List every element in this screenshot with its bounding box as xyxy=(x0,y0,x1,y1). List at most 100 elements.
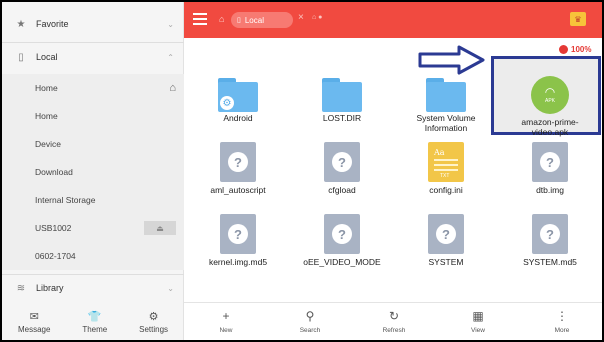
sidebar-bottom-bar: ✉ Message 👕 Theme ⚙ Settings xyxy=(2,304,184,340)
sidebar-favorite-label: Favorite xyxy=(36,19,69,29)
sidebar-item-label: 0602-1704 xyxy=(35,251,76,261)
file-name: dtb.img xyxy=(536,185,564,195)
sidebar-favorite[interactable]: ★ Favorite ⌄ xyxy=(2,14,184,34)
more-vertical-icon: ⋮ xyxy=(556,309,568,323)
settings-button[interactable]: ⚙ Settings xyxy=(139,310,168,334)
file-item-amazon-prime-video-apk[interactable]: ◠ APK amazon-prime-video.apk xyxy=(498,64,602,142)
sidebar-item-usb1002[interactable]: USB1002 ⏏ xyxy=(2,214,184,242)
folder-icon xyxy=(322,78,362,112)
file-ext-badge: TXT xyxy=(440,173,450,179)
unknown-file-icon: ? xyxy=(428,214,464,254)
file-name: SYSTEM xyxy=(428,257,464,267)
file-item-dtb-img[interactable]: ? dtb.img xyxy=(498,134,602,212)
chevron-down-icon: ⌄ xyxy=(167,283,174,293)
phone-icon: ▯ xyxy=(18,51,24,63)
divider xyxy=(2,274,184,275)
sidebar-item-0602-1704[interactable]: 0602-1704 xyxy=(2,242,184,270)
apk-icon: ◠ APK xyxy=(531,76,569,114)
unknown-file-icon: ? xyxy=(220,142,256,182)
eject-icon[interactable]: ⏏ xyxy=(144,221,176,235)
refresh-icon: ↻ xyxy=(388,309,400,323)
view-grid-icon: ▦ xyxy=(472,309,484,323)
file-item-kernel-img-md5[interactable]: ? kernel.img.md5 xyxy=(186,206,290,284)
sidebar-item-internal-storage[interactable]: Internal Storage xyxy=(2,186,184,214)
file-item-oee-video-mode[interactable]: ? oEE_VIDEO_MODE xyxy=(290,206,394,284)
file-item-cfgload[interactable]: ? cfgload xyxy=(290,134,394,212)
message-button[interactable]: ✉ Message xyxy=(18,310,50,334)
sidebar-local[interactable]: ▯ Local ⌃ xyxy=(2,47,184,67)
sidebar-item-label: USB1002 xyxy=(35,223,72,233)
chevron-down-icon: ⌄ xyxy=(167,19,174,29)
sidebar-item-label: Home xyxy=(35,111,58,121)
search-label: Search xyxy=(299,327,321,334)
more-button[interactable]: ⋮ More xyxy=(532,309,592,334)
sidebar-item-home-2[interactable]: Home xyxy=(2,102,184,130)
gift-icon[interactable]: ♛ xyxy=(570,12,586,26)
sidebar-item-label: Download xyxy=(35,167,73,177)
app-window: ★ Favorite ⌄ ▯ Local ⌃ Home ⌂ Home Devic… xyxy=(0,0,604,342)
sidebar-item-home[interactable]: Home ⌂ xyxy=(2,74,184,102)
refresh-label: Refresh xyxy=(382,327,406,334)
divider xyxy=(2,42,184,43)
more-label: More xyxy=(554,327,570,334)
file-name: oEE_VIDEO_MODE xyxy=(303,257,381,267)
folder-icon: ⚙ xyxy=(218,78,258,112)
unknown-file-icon: ? xyxy=(324,142,360,182)
sidebar-library-label: Library xyxy=(36,283,64,293)
unknown-file-icon: ? xyxy=(532,142,568,182)
tab-local[interactable]: ▯ Local xyxy=(231,12,293,28)
file-item-system-volume-information[interactable]: System Volume Information xyxy=(394,64,498,142)
theme-button[interactable]: 👕 Theme xyxy=(82,310,107,334)
theme-icon: 👕 xyxy=(87,311,102,323)
home-icon[interactable]: ⌂ xyxy=(219,14,224,24)
local-submenu: Home ⌂ Home Device Download Internal Sto… xyxy=(2,74,184,270)
storage-percent: 100% xyxy=(571,45,592,54)
new-label: New xyxy=(219,327,233,334)
file-item-android[interactable]: ⚙ Android xyxy=(186,64,290,142)
unknown-file-icon: ? xyxy=(532,214,568,254)
file-item-config-ini[interactable]: Aa TXT config.ini xyxy=(394,134,498,212)
file-name: Android xyxy=(223,113,253,123)
close-tab-icon[interactable]: × xyxy=(298,12,304,23)
file-name: SYSTEM.md5 xyxy=(523,257,577,267)
file-name: aml_autoscript xyxy=(210,185,266,195)
folder-icon xyxy=(426,78,466,112)
house-icon[interactable]: ⌂ xyxy=(169,82,176,94)
star-icon: ★ xyxy=(16,18,26,30)
sidebar-item-download[interactable]: Download xyxy=(2,158,184,186)
sidebar-item-device[interactable]: Device xyxy=(2,130,184,158)
file-item-system-md5[interactable]: ? SYSTEM.md5 xyxy=(498,206,602,284)
file-item-system[interactable]: ? SYSTEM xyxy=(394,206,498,284)
new-button[interactable]: + New xyxy=(196,309,256,334)
phone-icon: ▯ xyxy=(237,17,241,24)
bottom-toolbar: + New ⚲ Search ↻ Refresh ▦ View ⋮ More xyxy=(184,302,602,340)
plus-icon: + xyxy=(222,309,230,323)
sidebar-library[interactable]: ≋ Library ⌄ xyxy=(2,278,184,298)
text-file-icon: Aa TXT xyxy=(428,142,464,182)
storage-indicator: 100% xyxy=(559,45,591,54)
android-icon: ◠ xyxy=(544,85,556,99)
view-label: View xyxy=(471,327,485,334)
tab-overflow-icon[interactable]: ⌂ ● xyxy=(312,14,322,21)
ini-glyph: Aa xyxy=(434,148,445,157)
top-bar: ⌂ ▯ Local × ⌂ ● ♛ xyxy=(184,2,602,38)
sidebar-local-label: Local xyxy=(36,52,58,62)
file-name: System Volume Information xyxy=(416,113,476,133)
search-button[interactable]: ⚲ Search xyxy=(280,309,340,334)
message-icon: ✉ xyxy=(29,311,39,323)
refresh-button[interactable]: ↻ Refresh xyxy=(364,309,424,334)
unknown-file-icon: ? xyxy=(220,214,256,254)
layers-icon: ≋ xyxy=(16,282,26,294)
theme-label: Theme xyxy=(82,325,108,334)
file-item-aml-autoscript[interactable]: ? aml_autoscript xyxy=(186,134,290,212)
menu-icon[interactable] xyxy=(193,13,207,25)
message-label: Message xyxy=(17,325,51,334)
sidebar-item-label: Internal Storage xyxy=(35,195,96,205)
view-button[interactable]: ▦ View xyxy=(448,309,508,334)
file-name: LOST.DIR xyxy=(322,113,362,123)
sidebar: ★ Favorite ⌄ ▯ Local ⌃ Home ⌂ Home Devic… xyxy=(2,2,184,340)
file-item-lost-dir[interactable]: LOST.DIR xyxy=(290,64,394,142)
unknown-file-icon: ? xyxy=(324,214,360,254)
gear-icon: ⚙ xyxy=(220,96,234,110)
tab-label: Local xyxy=(244,15,264,25)
